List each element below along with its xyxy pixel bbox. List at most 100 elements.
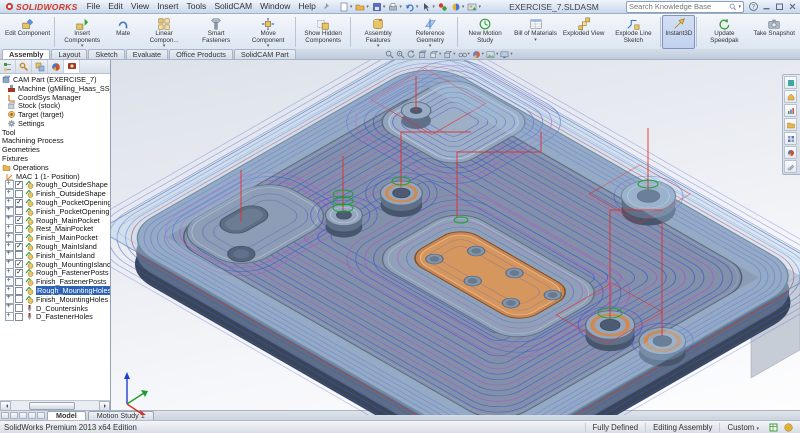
tree-op-row[interactable]: Rough_PocketOpening <box>0 198 110 207</box>
operation-checkbox[interactable] <box>15 295 23 303</box>
instant3d-button[interactable]: Instant3D <box>662 15 695 49</box>
scroll-right-button[interactable] <box>99 401 110 411</box>
appearance-button[interactable]: ▾ <box>450 2 466 12</box>
zoom-fit-button[interactable] <box>385 50 394 59</box>
pane-split-button[interactable] <box>1 412 9 419</box>
move-component-button[interactable]: Move Component ▾ <box>242 15 294 49</box>
solidworks-resources-button[interactable] <box>784 76 797 89</box>
smart-fasteners-button[interactable]: Smart Fasteners <box>190 15 242 49</box>
save-button[interactable]: ▾ <box>371 2 387 12</box>
menu-file[interactable]: File <box>83 0 105 13</box>
edit-appearance-button[interactable]: ▾ <box>472 50 484 59</box>
operation-checkbox[interactable] <box>15 225 23 233</box>
search-box[interactable]: ▾ <box>626 1 744 13</box>
close-icon[interactable] <box>788 2 797 11</box>
tree-op-row[interactable]: Rough_MainPocket <box>0 216 110 225</box>
show-hidden-components-button[interactable]: Show Hidden Components <box>297 15 349 49</box>
operation-checkbox[interactable] <box>15 304 23 312</box>
undo-button[interactable]: ▾ <box>404 2 420 12</box>
tab-assembly[interactable]: Assembly <box>2 49 50 59</box>
minimize-icon[interactable] <box>762 2 771 11</box>
quick-tips-icon[interactable] <box>784 423 793 432</box>
tree-op-row[interactable]: Rough_OutsideShape <box>0 181 110 190</box>
tree-op-row[interactable]: D_Countersinks <box>0 304 110 313</box>
tree-operations-header[interactable]: Operations <box>0 163 110 172</box>
status-units-dropdown[interactable]: Custom ▾ <box>719 423 766 432</box>
explode-line-sketch-button[interactable]: Explode Line Sketch <box>607 15 659 49</box>
operation-checkbox[interactable] <box>15 278 23 286</box>
linear-component-pattern-button[interactable]: Linear Compon... ▾ <box>138 15 190 49</box>
search-pane-button[interactable] <box>784 118 797 131</box>
restore-icon[interactable] <box>775 2 784 11</box>
graphics-area[interactable] <box>111 60 800 410</box>
assembly-features-button[interactable]: Assembly Features ▾ <box>352 15 404 49</box>
view-orientation-button[interactable]: ▾ <box>429 50 441 59</box>
pane-split-button[interactable] <box>28 412 36 419</box>
pane-split-button[interactable] <box>37 412 45 419</box>
menu-help[interactable]: Help <box>294 0 319 13</box>
tab-property-manager[interactable] <box>16 60 32 73</box>
tree-op-row[interactable]: Finish_FastenerPosts <box>0 277 110 286</box>
mate-button[interactable]: Mate <box>108 15 138 49</box>
scroll-left-button[interactable] <box>0 401 11 411</box>
rebuild-button[interactable] <box>437 2 449 12</box>
tree-section-machining-process[interactable]: Machining Process <box>0 137 110 146</box>
tags-icon[interactable] <box>769 423 778 432</box>
pane-split-button[interactable] <box>10 412 18 419</box>
screen-capture-button[interactable]: ▾ <box>466 2 482 12</box>
view-settings-button[interactable]: ▾ <box>500 50 512 59</box>
display-style-button[interactable]: ▾ <box>443 50 455 59</box>
tree-item-target[interactable]: Target (target) <box>0 110 110 119</box>
print-button[interactable]: ▾ <box>387 2 403 12</box>
tab-evaluate[interactable]: Evaluate <box>126 49 168 59</box>
menu-window[interactable]: Window <box>256 0 294 13</box>
tree-op-row[interactable]: Rough_MainIsland <box>0 242 110 251</box>
help-icon[interactable]: ? <box>749 2 758 11</box>
tab-office-products[interactable]: Office Products <box>169 49 233 59</box>
tab-sketch[interactable]: Sketch <box>88 49 124 59</box>
tree-root-cam-part[interactable]: CAM Part (EXERCISE_7) <box>0 75 110 84</box>
tree-op-row[interactable]: Rest_MainPocket <box>0 225 110 234</box>
operation-checkbox[interactable] <box>15 269 23 277</box>
menu-tools[interactable]: Tools <box>182 0 210 13</box>
operation-checkbox[interactable] <box>15 199 23 207</box>
operation-checkbox[interactable] <box>15 181 23 189</box>
tab-solidcam-part[interactable]: SolidCAM Part <box>234 49 296 59</box>
search-scope-caret[interactable]: ▾ <box>738 4 741 10</box>
operation-checkbox[interactable] <box>15 216 23 224</box>
new-motion-study-button[interactable]: New Motion Study <box>459 15 511 49</box>
file-explorer-button[interactable] <box>784 104 797 117</box>
tree-section-tool[interactable]: Tool <box>0 128 110 137</box>
menu-insert[interactable]: Insert <box>153 0 182 13</box>
design-library-button[interactable] <box>784 90 797 103</box>
hide-show-items-button[interactable]: ▾ <box>458 50 470 59</box>
zoom-area-button[interactable] <box>396 50 405 59</box>
tree-item-coordsys[interactable]: CoordSys Manager <box>0 93 110 102</box>
operation-checkbox[interactable] <box>15 313 23 321</box>
search-icon[interactable] <box>729 3 737 11</box>
new-document-button[interactable]: ▾ <box>338 2 354 12</box>
open-button[interactable]: ▾ <box>354 2 370 12</box>
expander-icon[interactable] <box>5 312 14 321</box>
model-viewport[interactable] <box>111 60 800 415</box>
tab-solidcam-manager[interactable] <box>64 60 80 73</box>
update-speedpak-button[interactable]: Update Speedpak <box>698 15 750 49</box>
edit-component-button[interactable]: Edit Component <box>2 15 53 49</box>
pushpin-icon[interactable] <box>323 2 331 11</box>
tab-display-manager[interactable] <box>48 60 64 73</box>
pane-split-button[interactable] <box>19 412 27 419</box>
bill-of-materials-button[interactable]: Bill of Materials ▾ <box>511 15 560 49</box>
tree-item-stock[interactable]: Stock (stock) <box>0 101 110 110</box>
menu-view[interactable]: View <box>127 0 153 13</box>
appearances-scenes-button[interactable] <box>784 146 797 159</box>
exploded-view-button[interactable]: Exploded View <box>560 15 608 49</box>
section-view-button[interactable] <box>418 50 427 59</box>
operation-checkbox[interactable] <box>15 287 23 295</box>
tab-layout[interactable]: Layout <box>51 49 87 59</box>
view-palette-button[interactable] <box>784 132 797 145</box>
tab-model[interactable]: Model <box>47 411 86 420</box>
operation-checkbox[interactable] <box>15 243 23 251</box>
search-input[interactable] <box>629 3 729 11</box>
tab-feature-manager[interactable] <box>0 60 16 73</box>
reference-geometry-button[interactable]: Reference Geometry ▾ <box>404 15 456 49</box>
